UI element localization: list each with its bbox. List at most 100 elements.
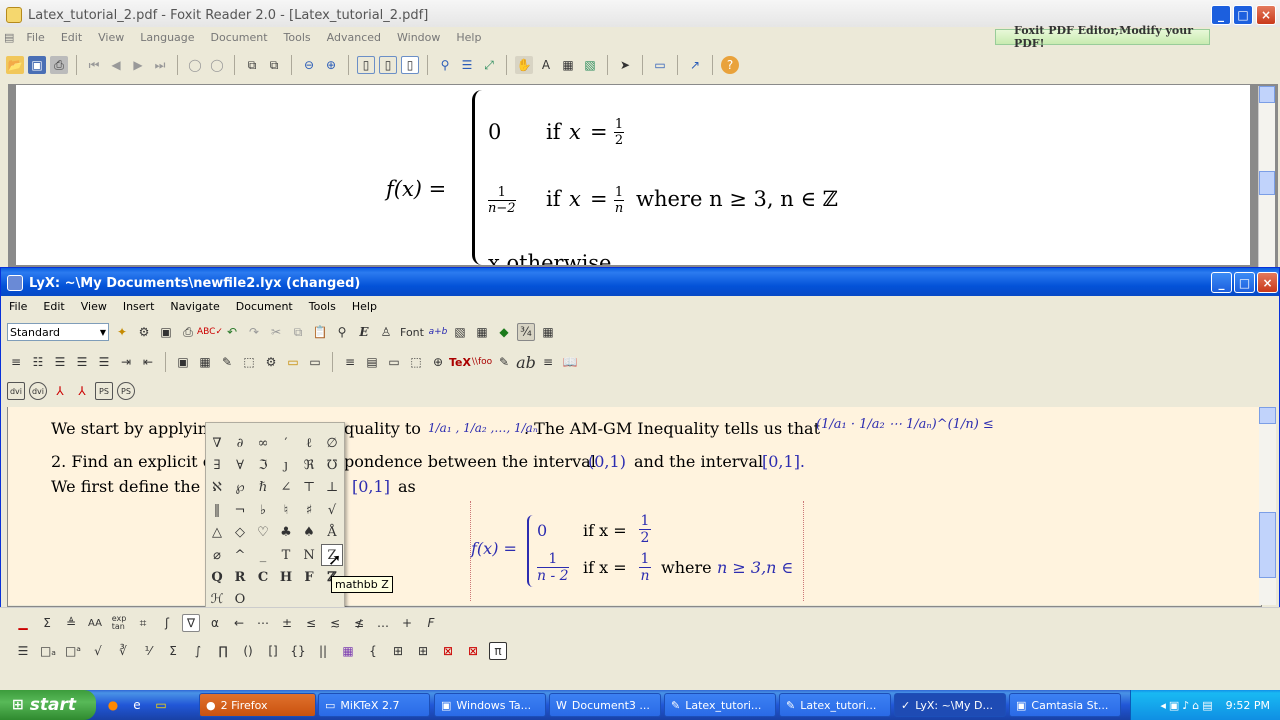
math-symbol-button[interactable]: ℓ <box>298 432 320 454</box>
foxit-close-button[interactable]: × <box>1256 5 1276 25</box>
math-symbol-button[interactable]: ∇ <box>206 432 228 454</box>
math-symbol-button[interactable]: C <box>252 566 274 588</box>
sum-icon[interactable]: Σ <box>164 642 182 660</box>
menu-view[interactable]: View <box>90 31 132 44</box>
clock[interactable]: 9:52 PM <box>1226 699 1270 712</box>
emphasis-icon[interactable]: E <box>355 323 373 341</box>
pointer-icon[interactable]: ↗ <box>686 56 704 74</box>
paragraph-icon[interactable]: ≡ <box>7 353 25 371</box>
math-symbol-button[interactable]: ♯ <box>298 499 320 521</box>
math-symbol-button[interactable]: R <box>229 566 251 588</box>
task-lyx[interactable]: ✓ LyX: ~\My D... <box>894 693 1006 717</box>
task-document3[interactable]: W Document3 ... <box>549 693 661 717</box>
insert-table-icon[interactable]: ▦ <box>473 323 491 341</box>
menu-tools[interactable]: Tools <box>276 31 319 44</box>
note-icon[interactable]: ▭ <box>306 353 324 371</box>
math-symbol-button[interactable]: ∠ <box>275 477 297 499</box>
matrix-icon[interactable]: ▦ <box>339 642 357 660</box>
lyx-close-button[interactable]: × <box>1257 272 1278 293</box>
menu-advanced[interactable]: Advanced <box>319 31 389 44</box>
math-symbol-button[interactable]: △ <box>206 522 228 544</box>
menu-window[interactable]: Window <box>389 31 448 44</box>
tray-icons[interactable]: ◂▣♪⌂▤ <box>1160 699 1215 712</box>
lyx-titlebar[interactable]: LyX: ~\My Documents\newfile2.lyx (change… <box>1 268 1279 298</box>
math-symbol-button[interactable]: ∂ <box>229 432 251 454</box>
lyx-document-area[interactable]: We start by applyin quality to 1/a₁ , 1/… <box>8 407 1259 605</box>
list-icon[interactable]: ☰ <box>95 353 113 371</box>
description-icon[interactable]: ☰ <box>73 353 91 371</box>
view-dvi-icon[interactable]: dvi <box>7 382 25 400</box>
product-icon[interactable]: ∏ <box>214 642 232 660</box>
big-ops-tab[interactable]: + <box>398 614 416 632</box>
arrows-tab[interactable]: ← <box>230 614 248 632</box>
table-icon[interactable]: ▦ <box>196 353 214 371</box>
prev-page-icon[interactable]: ◀ <box>107 56 125 74</box>
align-icon[interactable]: ☰ <box>14 642 32 660</box>
menu-document[interactable]: Document <box>203 31 276 44</box>
paragraph-style-select[interactable]: Standard ▼ <box>7 323 109 341</box>
toggle-table-panel-icon[interactable]: ▦ <box>539 323 557 341</box>
font-icon[interactable]: AA <box>86 614 104 632</box>
actual-size-icon[interactable]: ▯ <box>357 56 375 74</box>
math-symbol-button[interactable]: ℜ <box>298 454 320 476</box>
cut-icon[interactable]: ✂ <box>267 323 285 341</box>
brackets-icon[interactable]: [] <box>264 642 282 660</box>
math-symbol-button[interactable]: ȷ <box>275 454 297 476</box>
nth-root-icon[interactable]: ∛ <box>114 642 132 660</box>
foxit-scroll-up[interactable] <box>1259 86 1275 103</box>
align-left-icon[interactable]: ≡ <box>341 353 359 371</box>
math-symbol-button[interactable]: √ <box>321 499 343 521</box>
math-symbol-button[interactable]: F <box>298 566 320 588</box>
dots-tab[interactable]: … <box>374 614 392 632</box>
math-symbol-button[interactable]: ⌀ <box>206 544 228 566</box>
negated-tab[interactable]: ≰ <box>350 614 368 632</box>
relations-tab[interactable]: ≤ <box>302 614 320 632</box>
save-icon[interactable]: ▣ <box>157 323 175 341</box>
math-symbol-button[interactable]: ^ <box>229 544 251 566</box>
text-select-icon[interactable]: A <box>537 56 555 74</box>
first-page-icon[interactable]: ⏮ <box>85 56 103 74</box>
foxit-scrollbar[interactable] <box>1258 86 1275 270</box>
lyx-menu-edit[interactable]: Edit <box>35 300 72 313</box>
lyx-formula-box[interactable]: f(x) = 0 if x = 1 2 1 n - 2 if x = 1 n w… <box>470 501 804 601</box>
math-symbol-button[interactable]: ℏ <box>252 477 274 499</box>
annotation-icon[interactable]: ▭ <box>651 56 669 74</box>
paragraph-settings-icon[interactable]: ≡ <box>539 353 557 371</box>
menu-edit[interactable]: Edit <box>53 31 90 44</box>
copy-icon[interactable]: ⧉ <box>289 323 307 341</box>
indent-icon[interactable]: ⇥ <box>117 353 135 371</box>
margin-note-icon[interactable]: ▭ <box>385 353 403 371</box>
math-symbol-button[interactable]: N <box>298 544 320 566</box>
math-symbol-button[interactable]: ℵ <box>206 477 228 499</box>
link-icon[interactable]: ⤢ <box>480 56 498 74</box>
font-button[interactable]: Font <box>399 323 425 341</box>
url-icon[interactable]: \\foo <box>472 353 492 371</box>
foxit-ad-banner[interactable]: Foxit PDF Editor,Modify your PDF! <box>995 24 1210 50</box>
delete-col-icon[interactable]: ⊠ <box>464 642 482 660</box>
lyx-menu-file[interactable]: File <box>1 300 35 313</box>
update-ps-icon[interactable]: PS <box>117 382 135 400</box>
superscript-icon[interactable]: □ᵃ <box>64 642 82 660</box>
integral-icon[interactable]: ∫ <box>189 642 207 660</box>
math-symbol-button[interactable]: ⊥ <box>321 477 343 499</box>
math-symbol-button[interactable]: T <box>275 544 297 566</box>
snapshot-icon[interactable]: ▦ <box>559 56 577 74</box>
lyx-scroll-up[interactable] <box>1259 407 1276 424</box>
paste-page-icon[interactable]: ⧉ <box>265 56 283 74</box>
toc-icon[interactable]: ◆ <box>495 323 513 341</box>
cases-icon[interactable]: { <box>364 642 382 660</box>
dots-arrows-tab[interactable]: ⋯ <box>254 614 272 632</box>
math-panel-icon[interactable]: π <box>489 642 507 660</box>
math-symbol-button[interactable]: ℧ <box>321 454 343 476</box>
math-symbol-button[interactable]: ∞ <box>252 432 274 454</box>
foxit-maximize-button[interactable]: □ <box>1233 5 1253 25</box>
math-symbol-button[interactable]: ♡ <box>252 522 274 544</box>
last-page-icon[interactable]: ⏭ <box>151 56 169 74</box>
enumerate-icon[interactable]: ☷ <box>29 353 47 371</box>
lyx-menu-navigate[interactable]: Navigate <box>162 300 227 313</box>
hand-tool-icon[interactable]: ✋ <box>515 56 533 74</box>
add-col-icon[interactable]: ⊞ <box>414 642 432 660</box>
math-symbol-button[interactable]: ♠ <box>298 522 320 544</box>
settings-icon[interactable]: ⚙ <box>262 353 280 371</box>
noun-icon[interactable]: ♙ <box>377 323 395 341</box>
